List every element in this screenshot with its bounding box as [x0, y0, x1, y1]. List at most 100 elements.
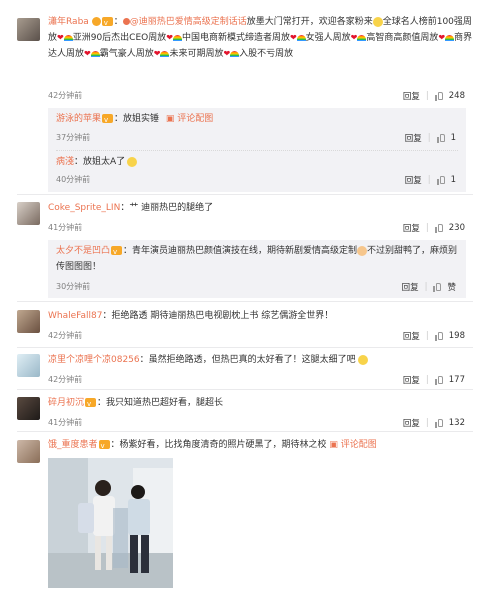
reply-button[interactable]: 回复: [402, 281, 419, 293]
comment-image-label: 评论配图: [177, 114, 214, 124]
user-name[interactable]: 太夕不是凹凸: [56, 246, 110, 256]
comment-body: 放墨大门常打开，欢迎各家粉来: [246, 17, 373, 27]
user-name[interactable]: 碎月初沉: [48, 398, 84, 408]
sub-comment-text: ：放姐太A了: [74, 157, 126, 167]
user-name[interactable]: Coke_Sprite_LIN: [48, 203, 120, 213]
vip-icon: [111, 244, 123, 260]
comment-actions: 回复 | 198: [402, 330, 465, 342]
comment-part: 女强人周放: [305, 33, 351, 43]
comment-image-link[interactable]: ▣ 评论配图: [166, 114, 213, 124]
heart-icon: ❤: [153, 49, 161, 58]
comment-time: 41分钟前: [48, 418, 83, 427]
user-name[interactable]: WhaleFall87: [48, 311, 102, 321]
like-count: 230: [448, 223, 465, 233]
like-count: 248: [448, 91, 465, 101]
comment-time: 41分钟前: [48, 223, 83, 232]
comment-time: 40分钟前: [56, 175, 91, 184]
comment-text: WhaleFall87：拒绝路透 期待迪丽热巴电视剧枕上书 综艺偶游全世界！: [48, 308, 473, 324]
mention-link[interactable]: @迪丽热巴爱情高级定制话话: [122, 17, 247, 27]
like-icon[interactable]: [436, 175, 446, 185]
like-icon[interactable]: [434, 375, 444, 385]
heart-icon: ❤: [223, 49, 231, 58]
grin-emoji-icon: [357, 354, 368, 365]
sub-comment-text: ：放姐实锤: [114, 114, 160, 124]
heart-icon: ❤: [84, 49, 91, 58]
like-label: 赞: [447, 283, 456, 293]
like-count: 177: [448, 375, 465, 385]
comment-actions: 回复 | 230: [402, 222, 465, 234]
reply-button[interactable]: 回复: [405, 174, 422, 186]
like-icon[interactable]: [433, 282, 442, 292]
rainbow-icon: [445, 34, 455, 41]
like-icon[interactable]: [436, 133, 446, 143]
comment-text: Coke_Sprite_LIN：艹 迪丽热巴的腿绝了: [48, 200, 473, 216]
avatar[interactable]: [17, 354, 40, 377]
like-count: 198: [448, 331, 465, 341]
divider: [17, 347, 473, 348]
comment-part: 未来可期周放: [169, 49, 224, 59]
comment-item: WhaleFall87：拒绝路透 期待迪丽热巴电视剧枕上书 综艺偶游全世界！ 4…: [0, 308, 483, 346]
comment-text: 碎月初沉 ：我只知道热巴超好看，腿超长: [48, 395, 473, 412]
user-name[interactable]: 游泳的苹果: [56, 114, 101, 124]
like-icon[interactable]: [434, 223, 444, 233]
sub-comment: 病淺：放姐太A了 40分钟前 回复 | 1: [48, 151, 466, 193]
avatar[interactable]: [17, 202, 40, 225]
sub-comment: 太夕不是凹凸：青年演员迪丽热巴颜值演技在线，期待新剧爱情高级定制不过别甜鸭了，麻…: [48, 240, 466, 298]
photo-image: [48, 458, 173, 588]
comment-text: 饿_重度患者 ：杨紫好看，比找角度清奇的照片硬黑了，期待林之校 ▣ 评论配图: [48, 437, 473, 454]
like-icon[interactable]: [434, 331, 444, 341]
comment-text: 凉里个凉哩个凉08256：虽然拒绝路透，但热巴真的太好看了！这腿太细了吧: [48, 352, 473, 368]
comment-photo[interactable]: [48, 458, 173, 588]
comment-actions: 回复 | 132: [402, 417, 465, 429]
user-name[interactable]: 瀟年Raba: [48, 17, 89, 27]
heart-icon: ❤: [438, 33, 446, 42]
comment-time: 30分钟前: [56, 282, 91, 291]
divider: [17, 194, 473, 195]
comment-image-label: 评论配图: [340, 440, 377, 450]
rainbow-icon: [90, 50, 100, 57]
user-name[interactable]: 病淺: [56, 157, 74, 167]
like-icon[interactable]: [434, 91, 444, 101]
comment-part: 霸气豪人周放: [99, 49, 154, 59]
rainbow-icon: [296, 34, 306, 41]
reply-button[interactable]: 回复: [403, 330, 420, 342]
verified-icon: [91, 17, 101, 26]
reply-button[interactable]: 回复: [403, 374, 420, 386]
cry-emoji-icon: [127, 156, 138, 167]
comment-body: ：杨紫好看，比找角度清奇的照片硬黑了，期待林之校: [110, 440, 327, 450]
comment-item: 凉里个凉哩个凉08256：虽然拒绝路透，但热巴真的太好看了！这腿太细了吧 42分…: [0, 352, 483, 390]
comment-item: 饿_重度患者 ：杨紫好看，比找角度清奇的照片硬黑了，期待林之校 ▣ 评论配图: [0, 437, 483, 589]
avatar[interactable]: [17, 310, 40, 333]
comment-text: 瀟年Raba ：@迪丽热巴爱情高级定制话话放墨大门常打开，欢迎各家粉来全球名人榜…: [48, 14, 473, 62]
colon: ：: [113, 17, 123, 27]
like-count: 1: [450, 133, 456, 143]
heart-icon: ❤: [350, 33, 358, 42]
comment-time: 37分钟前: [56, 133, 91, 142]
user-name[interactable]: 凉里个凉哩个凉08256: [48, 355, 140, 365]
comment-actions: 回复 | 1: [404, 132, 456, 144]
vip-icon: [85, 396, 97, 412]
reply-button[interactable]: 回复: [403, 222, 420, 234]
avatar[interactable]: [17, 18, 40, 41]
comment-actions: 回复 | 248: [402, 90, 465, 102]
rainbow-icon: [172, 34, 182, 41]
like-icon[interactable]: [434, 418, 444, 428]
avatar[interactable]: [17, 440, 40, 463]
user-name[interactable]: 饿_重度患者: [48, 440, 98, 450]
avatar[interactable]: [17, 397, 40, 420]
sub-comment-text: ：青年演员迪丽热巴颜值演技在线，期待新剧爱情高级定制: [123, 246, 358, 256]
vip-icon: [102, 112, 114, 128]
smile-emoji-icon: [372, 16, 383, 27]
comment-image-link[interactable]: ▣ 评论配图: [329, 440, 376, 450]
comment-item: 碎月初沉 ：我只知道热巴超好看，腿超长 41分钟前 回复| 132: [0, 395, 483, 433]
heart-icon: ❤: [166, 33, 173, 42]
comment-actions: 回复 | 赞: [401, 281, 456, 293]
comment-body: ：虽然拒绝路透，但热巴真的太好看了！这腿太细了吧: [139, 355, 356, 365]
reply-button[interactable]: 回复: [405, 132, 422, 144]
comment-actions: 回复 | 1: [404, 174, 456, 186]
reply-button[interactable]: 回复: [403, 417, 420, 429]
comment-time: 42分钟前: [48, 91, 83, 100]
reply-button[interactable]: 回复: [403, 90, 420, 102]
comment-part: 入股不亏周放: [239, 49, 294, 59]
comment-item: Coke_Sprite_LIN：艹 迪丽热巴的腿绝了 41分钟前 回复 | 230: [0, 200, 483, 240]
